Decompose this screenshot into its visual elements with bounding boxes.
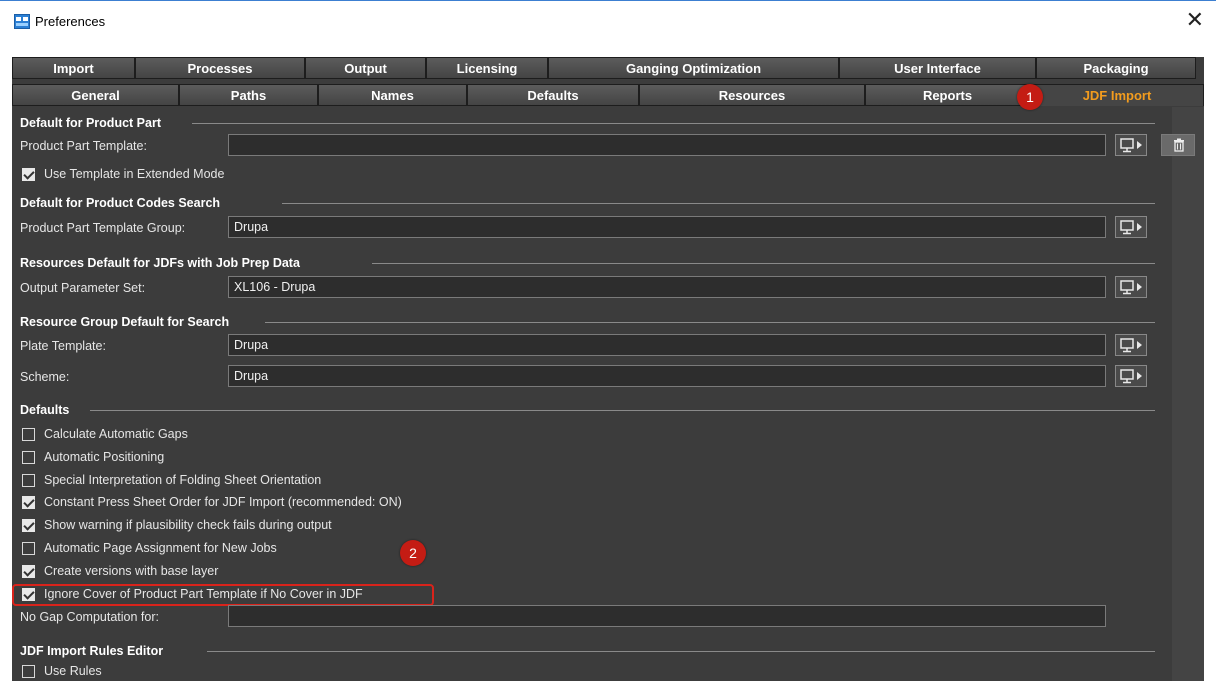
- tab-row-top: Import Processes Output Licensing Gangin…: [12, 57, 1196, 79]
- scheme-picker-button[interactable]: [1115, 365, 1147, 387]
- defaults-option[interactable]: Automatic Page Assignment for New Jobs: [22, 539, 277, 557]
- use-rules-label: Use Rules: [44, 664, 102, 678]
- tab-general[interactable]: General: [12, 84, 179, 106]
- tab-names[interactable]: Names: [318, 84, 467, 106]
- tab-ganging-optimization[interactable]: Ganging Optimization: [548, 57, 839, 79]
- section-title-defaults: Defaults: [20, 403, 70, 417]
- product-part-template-field[interactable]: [228, 134, 1106, 156]
- extended-mode-option[interactable]: Use Template in Extended Mode: [22, 165, 224, 183]
- use-rules-checkbox[interactable]: [22, 664, 35, 678]
- defaults-option-label: Automatic Positioning: [44, 450, 165, 464]
- extended-mode-checkbox[interactable]: [22, 167, 35, 181]
- defaults-option-label: Show warning if plausibility check fails…: [44, 518, 332, 532]
- template-picker-icon: [1120, 280, 1142, 295]
- section-title-product-part: Default for Product Part: [20, 116, 161, 130]
- section-title-resource-group: Resource Group Default for Search: [20, 315, 230, 329]
- section-divider: [207, 651, 1155, 652]
- tab-user-interface[interactable]: User Interface: [839, 57, 1036, 79]
- preferences-panel: Import Processes Output Licensing Gangin…: [12, 57, 1204, 681]
- extended-mode-label: Use Template in Extended Mode: [44, 167, 225, 181]
- defaults-option-checkbox[interactable]: [22, 541, 35, 555]
- scheme-label: Scheme:: [20, 370, 70, 384]
- product-part-template-label: Product Part Template:: [20, 139, 147, 153]
- template-picker-icon: [1120, 338, 1142, 353]
- defaults-option-label: Special Interpretation of Folding Sheet …: [44, 473, 322, 487]
- defaults-option[interactable]: Create versions with base layer: [22, 562, 218, 580]
- tab-defaults[interactable]: Defaults: [467, 84, 639, 106]
- defaults-option-checkbox[interactable]: [22, 427, 35, 441]
- section-divider: [192, 123, 1155, 124]
- tab-import[interactable]: Import: [12, 57, 135, 79]
- window-title: Preferences: [35, 14, 106, 29]
- tab-paths[interactable]: Paths: [179, 84, 318, 106]
- output-parameter-set-field[interactable]: XL106 - Drupa: [228, 276, 1106, 298]
- trash-icon: [1174, 138, 1184, 152]
- defaults-option-label: Constant Press Sheet Order for JDF Impor…: [44, 495, 402, 509]
- product-part-template-picker-button[interactable]: [1115, 134, 1147, 156]
- defaults-option-checkbox[interactable]: [22, 450, 35, 464]
- tab-processes[interactable]: Processes: [135, 57, 305, 79]
- template-group-field[interactable]: Drupa: [228, 216, 1106, 238]
- template-picker-icon: [1120, 138, 1142, 153]
- section-title-resources-jdf: Resources Default for JDFs with Job Prep…: [20, 256, 300, 270]
- template-group-picker-button[interactable]: [1115, 216, 1147, 238]
- defaults-option[interactable]: Calculate Automatic Gaps: [22, 425, 188, 443]
- product-part-template-clear-button[interactable]: [1161, 134, 1195, 156]
- plate-template-field[interactable]: Drupa: [228, 334, 1106, 356]
- section-divider: [90, 410, 1155, 411]
- plate-template-picker-button[interactable]: [1115, 334, 1147, 356]
- template-picker-icon: [1120, 369, 1142, 384]
- tab-resources[interactable]: Resources: [639, 84, 865, 106]
- template-group-label: Product Part Template Group:: [20, 221, 186, 235]
- tab-packaging[interactable]: Packaging: [1036, 57, 1196, 79]
- tab-reports[interactable]: Reports: [865, 84, 1030, 106]
- defaults-option[interactable]: Show warning if plausibility check fails…: [22, 516, 332, 534]
- defaults-option-checkbox[interactable]: [22, 518, 35, 532]
- section-divider: [282, 203, 1155, 204]
- tab-output[interactable]: Output: [305, 57, 426, 79]
- defaults-option-checkbox[interactable]: [22, 495, 35, 509]
- defaults-option-label: Calculate Automatic Gaps: [44, 427, 188, 441]
- output-parameter-set-label: Output Parameter Set:: [20, 281, 146, 295]
- defaults-option-label: Create versions with base layer: [44, 564, 219, 578]
- section-title-rules-editor: JDF Import Rules Editor: [20, 644, 164, 658]
- template-picker-icon: [1120, 220, 1142, 235]
- defaults-option-checkbox[interactable]: [22, 473, 35, 487]
- no-gap-label: No Gap Computation for:: [20, 610, 159, 624]
- use-rules-option[interactable]: Use Rules: [22, 662, 102, 680]
- no-gap-field[interactable]: [228, 605, 1106, 627]
- defaults-option-label: Automatic Page Assignment for New Jobs: [44, 541, 277, 555]
- preferences-app-icon: [14, 14, 30, 29]
- callout-badge-1: 1: [1017, 84, 1043, 110]
- tab-licensing[interactable]: Licensing: [426, 57, 548, 79]
- scheme-field[interactable]: Drupa: [228, 365, 1106, 387]
- defaults-option[interactable]: Constant Press Sheet Order for JDF Impor…: [22, 493, 402, 511]
- highlight-ignore-cover-option: [12, 584, 434, 606]
- callout-badge-2: 2: [400, 540, 426, 566]
- close-icon[interactable]: ✕: [1186, 9, 1204, 31]
- section-divider: [265, 322, 1155, 323]
- defaults-option[interactable]: Automatic Positioning: [22, 448, 164, 466]
- panel-side-strip: [1172, 107, 1204, 681]
- section-divider: [372, 263, 1155, 264]
- tab-jdf-import[interactable]: JDF Import: [1030, 84, 1204, 106]
- output-parameter-set-picker-button[interactable]: [1115, 276, 1147, 298]
- section-title-product-codes: Default for Product Codes Search: [20, 196, 221, 210]
- defaults-option[interactable]: Special Interpretation of Folding Sheet …: [22, 471, 321, 489]
- title-bar: Preferences ✕: [0, 0, 1216, 44]
- defaults-option-checkbox[interactable]: [22, 564, 35, 578]
- plate-template-label: Plate Template:: [20, 339, 106, 353]
